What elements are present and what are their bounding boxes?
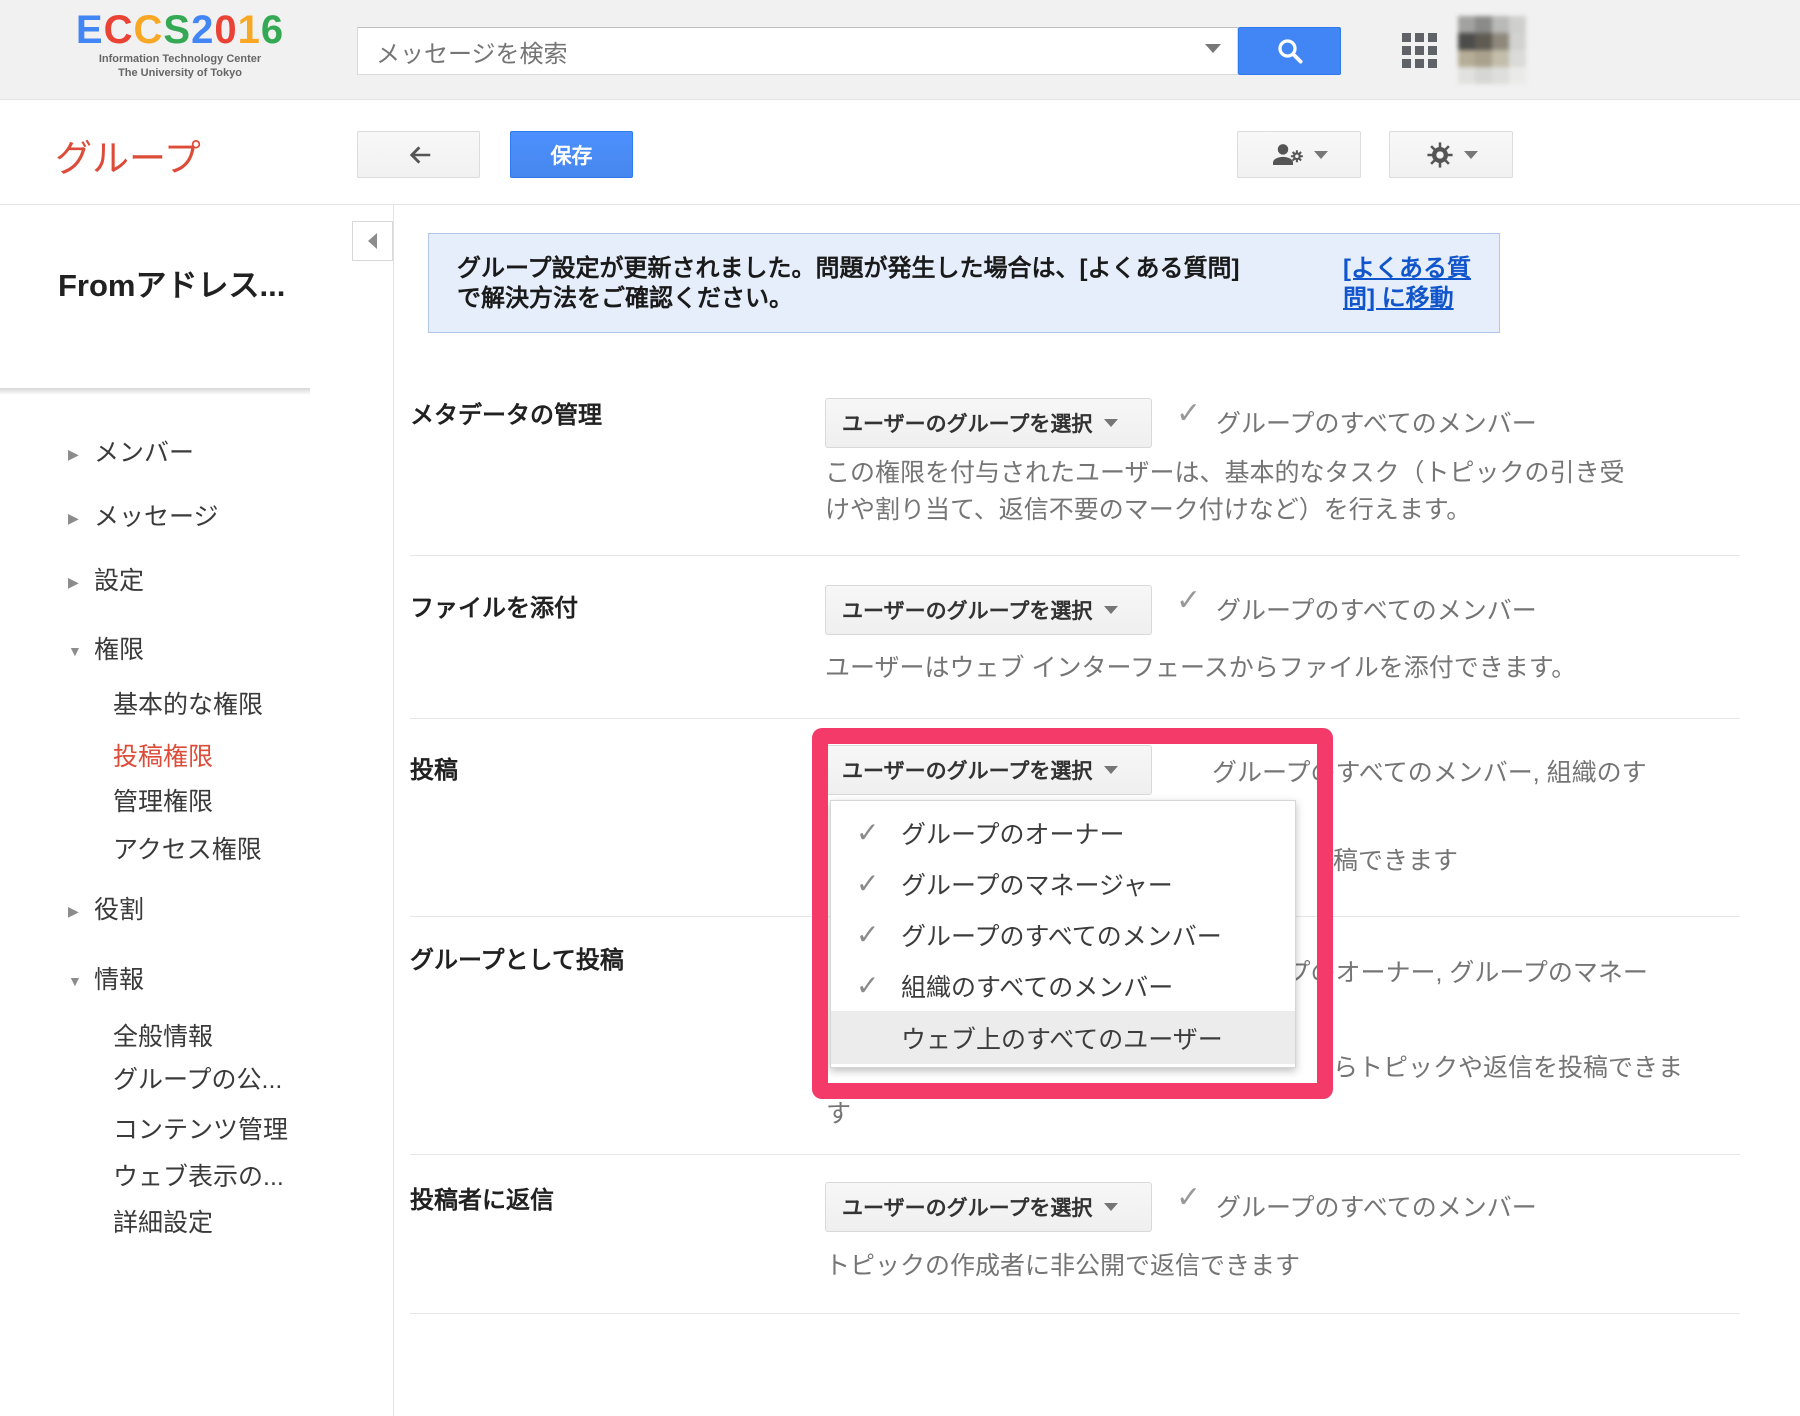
chevron-right-icon: ▶: [68, 574, 94, 591]
metadata-group-select-dropdown[interactable]: ユーザーのグループを選択: [825, 398, 1152, 448]
attach-files-description: ユーザーはウェブ インターフェースからファイルを添付できます。: [825, 650, 1576, 687]
sidebar-item-content-control[interactable]: コンテンツ管理: [113, 1110, 288, 1146]
row-label-post-as-group: グループとして投稿: [410, 940, 624, 975]
menu-item-all-web-users[interactable]: ウェブ上のすべてのユーザー: [831, 1011, 1295, 1064]
dropdown-caret-icon: [1104, 419, 1118, 427]
metadata-selected-summary: グループのすべてのメンバー: [1216, 404, 1537, 440]
sidebar-item-moderation-permissions[interactable]: 管理権限: [113, 782, 213, 818]
members-menu-caret-icon: [1314, 151, 1328, 159]
chevron-right-icon: ▶: [68, 903, 94, 920]
chevron-down-icon: ▼: [68, 643, 94, 659]
row-divider: [410, 1313, 1740, 1314]
row-divider: [410, 718, 1740, 719]
sidebar-item-members[interactable]: ▶メンバー: [68, 433, 194, 469]
post-as-group-description-fragment: す: [826, 1096, 851, 1133]
check-icon: [856, 918, 901, 951]
menu-item-all-organization-members[interactable]: 組織のすべてのメンバー: [831, 960, 1295, 1011]
sidebar-item-posting-permissions[interactable]: 投稿権限: [113, 737, 213, 773]
members-menu-button[interactable]: [1237, 131, 1361, 178]
attach-files-selected-summary: グループのすべてのメンバー: [1216, 591, 1537, 627]
chevron-right-icon: ▶: [68, 446, 94, 463]
logo-text: ECCS2016: [55, 8, 305, 52]
sidebar-item-access-permissions[interactable]: アクセス権限: [113, 830, 262, 866]
logo-subtitle-1: Information Technology Center: [55, 52, 305, 66]
sidebar-item-advanced-settings[interactable]: 詳細設定: [113, 1203, 213, 1239]
reply-to-author-description: トピックの作成者に非公開で返信できます: [825, 1248, 1300, 1285]
post-selected-summary: グループのすべてのメンバー, 組織のす: [1212, 753, 1647, 789]
page-title: グループ: [55, 128, 201, 182]
group-select-open-menu: グループのオーナー グループのマネージャー グループのすべてのメンバー 組織のす…: [830, 800, 1296, 1068]
metadata-description: この権限を付与されたユーザーは、基本的なタスク（トピックの引き受 けや割り当て、…: [825, 455, 1625, 529]
sidebar: Fromアドレス... ▶メンバー ▶メッセージ ▶設定 ▼権限 基本的な権限 …: [0, 205, 394, 1416]
search-icon: [1275, 36, 1305, 66]
menu-item-all-group-members[interactable]: グループのすべてのメンバー: [831, 909, 1295, 960]
sidebar-item-information[interactable]: ▼情報: [68, 960, 144, 996]
chevron-down-icon: ▼: [68, 973, 94, 989]
check-icon: [856, 969, 901, 1002]
search-placeholder: メッセージを検索: [376, 34, 568, 69]
check-icon: [1176, 583, 1201, 618]
faq-link[interactable]: [よくある質 問] に移動: [1343, 254, 1471, 332]
row-label-reply-to-author: 投稿者に返信: [410, 1180, 554, 1215]
check-icon: [856, 816, 901, 849]
check-icon: [856, 867, 901, 900]
eccs-logo[interactable]: ECCS2016 Information Technology Center T…: [55, 8, 305, 80]
sidebar-item-general-information[interactable]: 全般情報: [113, 1017, 213, 1053]
post-as-group-description-fragment: らトピックや返信を投稿できま: [1333, 1050, 1683, 1087]
row-divider: [410, 1154, 1740, 1155]
update-notification-banner: グループ設定が更新されました。問題が発生した場合は、[よくある質問] で解決方法…: [428, 233, 1500, 333]
back-button[interactable]: [357, 131, 480, 178]
check-icon: [1176, 396, 1201, 431]
groups-settings-page: ECCS2016 Information Technology Center T…: [0, 0, 1800, 1416]
check-icon: [1176, 1180, 1201, 1215]
toolbar: [0, 101, 1800, 205]
sidebar-collapse-button[interactable]: [352, 221, 393, 261]
sidebar-item-roles[interactable]: ▶役割: [68, 890, 144, 926]
settings-menu-caret-icon: [1464, 151, 1478, 159]
row-label-metadata: メタデータの管理: [410, 395, 602, 430]
avatar[interactable]: [1458, 16, 1526, 84]
menu-item-group-managers[interactable]: グループのマネージャー: [831, 858, 1295, 909]
sidebar-item-permissions[interactable]: ▼権限: [68, 630, 144, 666]
sidebar-item-group-visibility[interactable]: グループの公...: [113, 1060, 282, 1096]
menu-item-group-owners[interactable]: グループのオーナー: [831, 807, 1295, 858]
sidebar-item-web-view[interactable]: ウェブ表示の...: [113, 1157, 284, 1193]
sidebar-item-basic-permissions[interactable]: 基本的な権限: [113, 685, 263, 721]
search-button[interactable]: [1238, 27, 1341, 75]
search-input[interactable]: メッセージを検索: [357, 27, 1238, 75]
row-label-post: 投稿: [410, 750, 458, 785]
sidebar-item-settings[interactable]: ▶設定: [68, 561, 144, 597]
dropdown-caret-icon: [1104, 1203, 1118, 1211]
reply-to-author-selected-summary: グループのすべてのメンバー: [1216, 1188, 1537, 1224]
person-gear-icon: [1270, 140, 1306, 170]
sidebar-shadow: [0, 388, 310, 395]
banner-message: グループ設定が更新されました。問題が発生した場合は、[よくある質問] で解決方法…: [457, 254, 1240, 332]
back-arrow-icon: [404, 140, 434, 170]
dropdown-caret-icon: [1104, 606, 1118, 614]
row-label-attach-files: ファイルを添付: [410, 588, 578, 623]
sidebar-item-messages[interactable]: ▶メッセージ: [68, 497, 219, 533]
collapse-left-icon: [368, 233, 377, 249]
gear-icon: [1424, 139, 1456, 171]
search-options-caret-icon[interactable]: [1205, 44, 1221, 53]
save-button-label: 保存: [551, 140, 593, 170]
reply-to-author-group-select-dropdown[interactable]: ユーザーのグループを選択: [825, 1182, 1152, 1232]
logo-subtitle-2: The University of Tokyo: [55, 66, 305, 80]
row-divider: [410, 555, 1740, 556]
attach-files-group-select-dropdown[interactable]: ユーザーのグループを選択: [825, 585, 1152, 635]
top-header: ECCS2016 Information Technology Center T…: [0, 0, 1800, 100]
post-description-fragment: 稿できます: [1333, 843, 1458, 880]
dropdown-caret-icon: [1104, 766, 1118, 774]
group-name: Fromアドレス...: [58, 260, 318, 305]
settings-menu-button[interactable]: [1389, 131, 1513, 178]
apps-grid-icon[interactable]: [1402, 33, 1438, 69]
chevron-right-icon: ▶: [68, 510, 94, 527]
save-button[interactable]: 保存: [510, 131, 633, 178]
post-group-select-dropdown[interactable]: ユーザーのグループを選択: [825, 745, 1152, 795]
